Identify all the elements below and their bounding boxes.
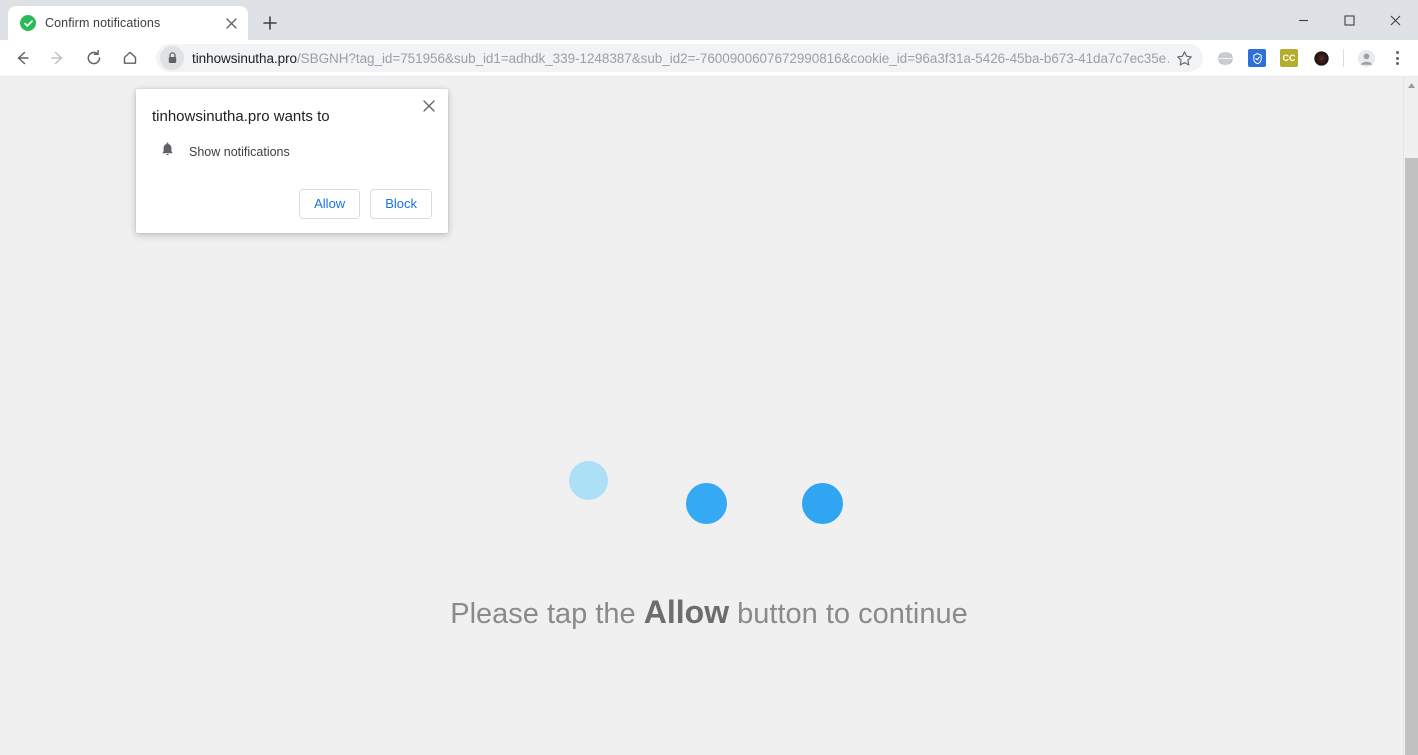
- scrollbar-thumb[interactable]: [1405, 158, 1418, 755]
- home-button[interactable]: [114, 42, 146, 74]
- toolbar-separator: [1343, 49, 1344, 67]
- scroll-up-arrow-icon[interactable]: [1404, 77, 1418, 93]
- chrome-menu-button[interactable]: [1384, 43, 1410, 73]
- loading-dot-1: [569, 461, 608, 500]
- reload-button[interactable]: [78, 42, 110, 74]
- tab-close-icon[interactable]: [222, 14, 240, 32]
- permission-label: Show notifications: [189, 145, 290, 159]
- maximize-button[interactable]: [1326, 4, 1372, 36]
- new-tab-button[interactable]: [256, 9, 284, 37]
- close-window-button[interactable]: [1372, 4, 1418, 36]
- page-instruction-text: Please tap the Allow button to continue: [0, 594, 1418, 631]
- blue-extension-icon[interactable]: [1243, 44, 1271, 72]
- loading-dot-2: [686, 483, 727, 524]
- instruction-emphasis: Allow: [643, 594, 730, 630]
- cc-extension-badge: CC: [1280, 49, 1298, 67]
- bookmark-star-icon[interactable]: [1171, 45, 1197, 71]
- dark-circle-extension-icon[interactable]: [1307, 44, 1335, 72]
- permission-row: Show notifications: [152, 142, 432, 163]
- cc-extension-icon[interactable]: CC: [1275, 44, 1303, 72]
- dialog-close-icon[interactable]: [418, 95, 440, 117]
- instruction-prefix: Please tap the: [450, 598, 644, 630]
- forward-button[interactable]: [42, 42, 74, 74]
- browser-toolbar: tinhowsinutha.pro/SBGNH?tag_id=751956&su…: [0, 40, 1418, 76]
- blue-extension-badge: [1248, 49, 1266, 67]
- loading-dots-indicator: [564, 461, 854, 531]
- instruction-suffix: button to continue: [729, 598, 968, 630]
- window-controls: [1280, 0, 1418, 40]
- bell-icon: [160, 142, 175, 163]
- browser-window: Confirm notifications tinhowsinutha.pro/…: [0, 0, 1418, 755]
- address-bar[interactable]: tinhowsinutha.pro/SBGNH?tag_id=751956&su…: [156, 44, 1203, 72]
- block-button[interactable]: Block: [370, 188, 432, 219]
- vertical-scrollbar[interactable]: [1403, 77, 1418, 755]
- loading-dot-3: [802, 483, 843, 524]
- tab-title: Confirm notifications: [45, 16, 161, 30]
- browser-tab[interactable]: Confirm notifications: [8, 6, 248, 40]
- minimize-button[interactable]: [1280, 4, 1326, 36]
- globe-extension-icon[interactable]: [1211, 44, 1239, 72]
- notification-permission-dialog: tinhowsinutha.pro wants to Show notifica…: [136, 89, 448, 233]
- menu-dot: [1395, 56, 1399, 60]
- menu-dot: [1395, 51, 1399, 54]
- page-content: Please tap the Allow button to continue …: [0, 76, 1418, 755]
- dialog-actions: Allow Block: [152, 188, 432, 219]
- url-text: tinhowsinutha.pro/SBGNH?tag_id=751956&su…: [192, 50, 1169, 66]
- menu-dot: [1395, 62, 1399, 65]
- lock-icon[interactable]: [160, 46, 184, 70]
- back-button[interactable]: [6, 42, 38, 74]
- dialog-title: tinhowsinutha.pro wants to: [152, 108, 330, 125]
- tab-strip: Confirm notifications: [0, 0, 1418, 40]
- green-check-icon: [20, 15, 36, 31]
- allow-button[interactable]: Allow: [299, 188, 361, 219]
- profile-avatar[interactable]: [1352, 44, 1380, 72]
